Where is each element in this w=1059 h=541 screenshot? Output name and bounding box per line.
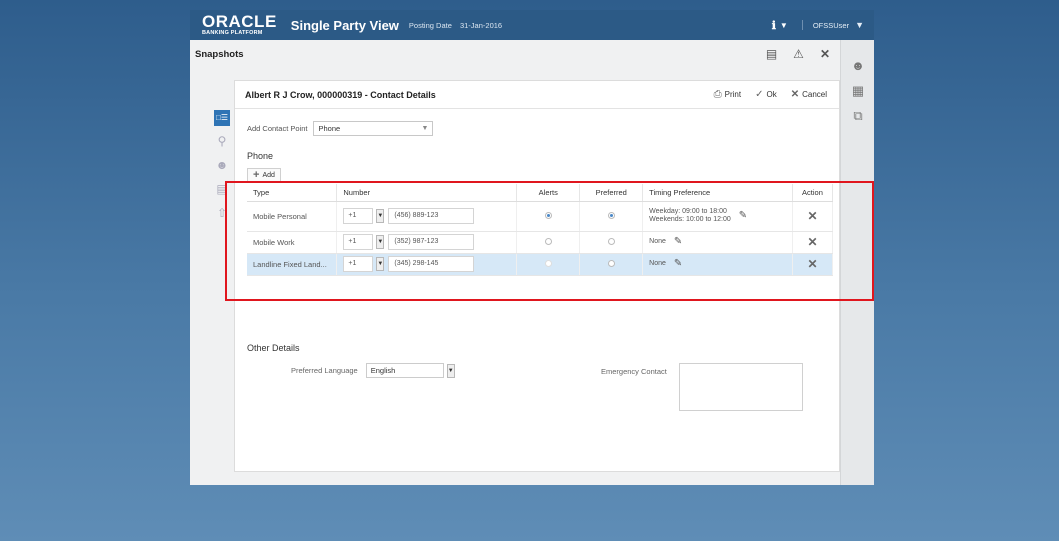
copy-icon[interactable]: ⧉ (850, 108, 866, 124)
preferred-language-row: Preferred Language English ▼ (291, 363, 455, 378)
user-name: OFSSUser (812, 20, 850, 30)
user-chevron-down-icon: ▼ (855, 20, 864, 30)
country-code-dropdown-icon[interactable]: ▼ (376, 209, 385, 223)
check-icon: ✓ (755, 89, 764, 100)
oracle-logo: ORACLE BANKING PLATFORM (202, 13, 277, 37)
preferred-language-label: Preferred Language (291, 366, 358, 375)
chevron-down-icon: ▼ (421, 125, 429, 132)
contact-details-panel: Albert R J Crow, 000000319 - Contact Det… (234, 80, 840, 472)
add-label: Add (262, 171, 275, 179)
main-area: Snapshots ▤ ⚠ ✕ ☻ ▦ ⧉ □☰ ⚲ ☻ ▤ ⇧ Albert … (190, 40, 874, 485)
user-menu[interactable]: OFSSUser ▼ (801, 20, 864, 30)
emergency-contact-label: Emergency Contact (601, 367, 667, 376)
delete-row-icon[interactable]: ✕ (807, 235, 817, 249)
alert-icon[interactable]: ⚠ (793, 47, 804, 61)
row-type: Mobile Work (247, 231, 338, 254)
info-icon[interactable]: ℹ (772, 19, 776, 32)
contact-details-icon[interactable]: □☰ (214, 110, 230, 126)
cancel-label: Cancel (802, 90, 827, 99)
emergency-contact-input[interactable] (679, 363, 803, 411)
logo-main-text: ORACLE (202, 12, 277, 32)
close-icon[interactable]: ✕ (820, 47, 830, 61)
right-toolbar: ☻ ▦ ⧉ (840, 40, 874, 485)
snapshots-header: Snapshots ▤ ⚠ ✕ (190, 40, 840, 68)
posting-date: 31-Jan-2016 (459, 20, 503, 30)
edit-pencil-icon[interactable]: ✎ (674, 236, 682, 248)
document-icon[interactable]: ▤ (214, 182, 230, 198)
posting-label: Posting Date (408, 20, 452, 30)
phone-number-input[interactable]: (456) 889-123 (388, 208, 475, 224)
col-action: Action (792, 184, 834, 202)
left-section-nav: □☰ ⚲ ☻ ▤ ⇧ (214, 110, 234, 230)
posting-date-info: Posting Date 31-Jan-2016 (409, 21, 502, 30)
delete-row-icon[interactable]: ✕ (807, 209, 817, 223)
info-chevron-down-icon[interactable]: ▼ (780, 21, 788, 30)
contact-point-value: Phone (318, 124, 341, 133)
location-icon[interactable]: ⚲ (214, 134, 230, 150)
edit-pencil-icon[interactable]: ✎ (739, 210, 747, 222)
add-contact-point-label: Add Contact Point (247, 124, 308, 133)
comments-icon[interactable]: ▤ (766, 47, 777, 61)
timing-value: None (649, 259, 666, 267)
logo-sub-text: BANKING PLATFORM (202, 30, 263, 37)
user-info-icon[interactable]: ☻ (214, 158, 230, 174)
print-icon: ⎙ (713, 89, 722, 100)
timing-value: None (649, 237, 666, 245)
timing-weekend: Weekends: 10:00 to 12:00 (649, 216, 731, 223)
col-alerts: Alerts (516, 184, 581, 202)
add-contact-point-row: Add Contact Point Phone ▼ (247, 121, 434, 136)
table-row[interactable]: Landline Fixed Land... +1 ▼ (345) 298-14… (247, 253, 834, 276)
print-button[interactable]: ⎙ Print (714, 89, 741, 100)
country-code-field[interactable]: +1 (343, 208, 374, 224)
ok-label: Ok (766, 90, 777, 99)
table-row[interactable]: Mobile Personal +1 ▼ (456) 889-123 Weekd… (247, 201, 834, 232)
col-type: Type (247, 184, 338, 202)
country-code-dropdown-icon[interactable]: ▼ (376, 235, 385, 249)
panel-title: Albert R J Crow, 000000319 - Contact Det… (245, 89, 436, 100)
people-icon[interactable]: ☻ (850, 58, 866, 74)
plus-icon: + (253, 169, 260, 181)
cancel-x-icon: ✕ (790, 89, 800, 100)
col-number: Number (336, 184, 518, 202)
other-details-title: Other Details (247, 343, 300, 353)
contact-point-select[interactable]: Phone ▼ (313, 121, 434, 136)
alerts-radio[interactable] (544, 237, 552, 245)
preferred-radio[interactable] (607, 237, 615, 245)
calendar-icon[interactable]: ▦ (850, 83, 866, 99)
preferred-radio[interactable] (607, 259, 615, 267)
phone-number-input[interactable]: (352) 987-123 (388, 234, 475, 250)
col-preferred: Preferred (579, 184, 644, 202)
app-title: Single Party View (290, 17, 399, 33)
timing-weekday: Weekday: 09:00 to 18:00 (649, 207, 727, 215)
row-type: Mobile Personal (247, 201, 338, 232)
country-code-field[interactable]: +1 (343, 234, 374, 250)
print-label: Print (724, 90, 742, 99)
country-code-dropdown-icon[interactable]: ▼ (376, 257, 385, 271)
delete-row-icon[interactable]: ✕ (807, 257, 817, 271)
preferred-language-select[interactable]: English ▼ (365, 363, 455, 378)
preferred-language-value: English (370, 366, 396, 375)
ok-button[interactable]: ✓ Ok (755, 89, 777, 100)
alerts-radio[interactable] (544, 259, 552, 267)
add-phone-button[interactable]: + Add (247, 168, 281, 182)
phone-table: Type Number Alerts Preferred Timing Pref… (247, 184, 834, 276)
preferred-radio[interactable] (607, 211, 615, 219)
edit-pencil-icon[interactable]: ✎ (674, 258, 682, 270)
language-dropdown-icon[interactable]: ▼ (446, 364, 455, 378)
top-header: ORACLE BANKING PLATFORM Single Party Vie… (190, 10, 874, 40)
phone-number-input[interactable]: (345) 298-145 (388, 256, 475, 272)
upload-icon[interactable]: ⇧ (214, 206, 230, 222)
col-timing: Timing Preference (642, 184, 793, 202)
cancel-button[interactable]: ✕ Cancel (791, 89, 827, 100)
country-code-field[interactable]: +1 (343, 256, 374, 272)
snapshots-title: Snapshots (195, 48, 244, 60)
alerts-radio[interactable] (544, 211, 552, 219)
table-row[interactable]: Mobile Work +1 ▼ (352) 987-123 None ✎ ✕ (247, 231, 834, 254)
phone-section-label: Phone (247, 151, 274, 161)
row-type: Landline Fixed Land... (247, 253, 338, 276)
